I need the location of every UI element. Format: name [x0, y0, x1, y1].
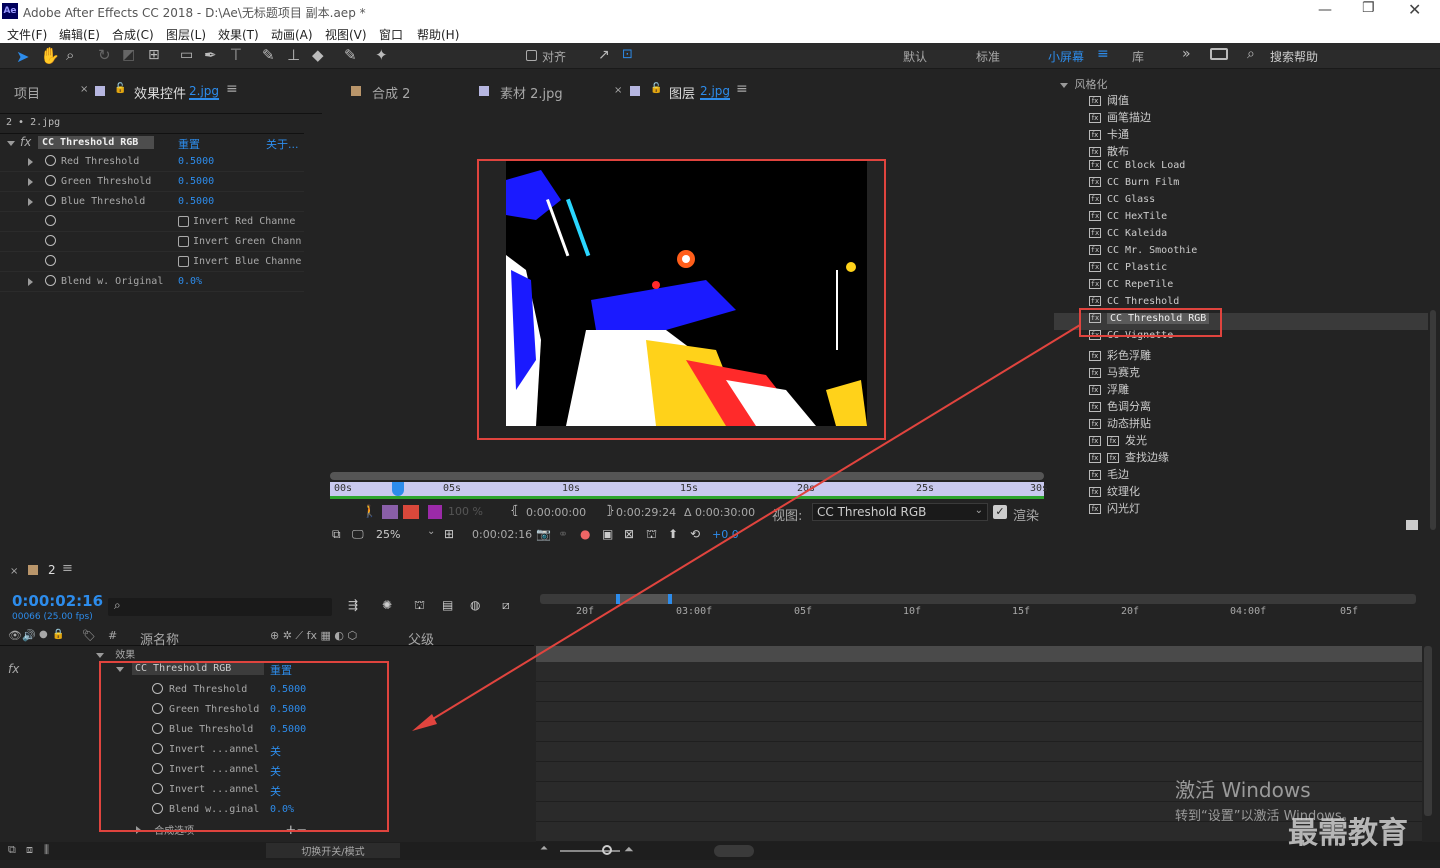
watermark-line1: 激活 Windows	[1175, 778, 1311, 802]
annotation-arrow	[412, 324, 1081, 731]
brand-watermark: 最需教育	[1288, 816, 1408, 851]
